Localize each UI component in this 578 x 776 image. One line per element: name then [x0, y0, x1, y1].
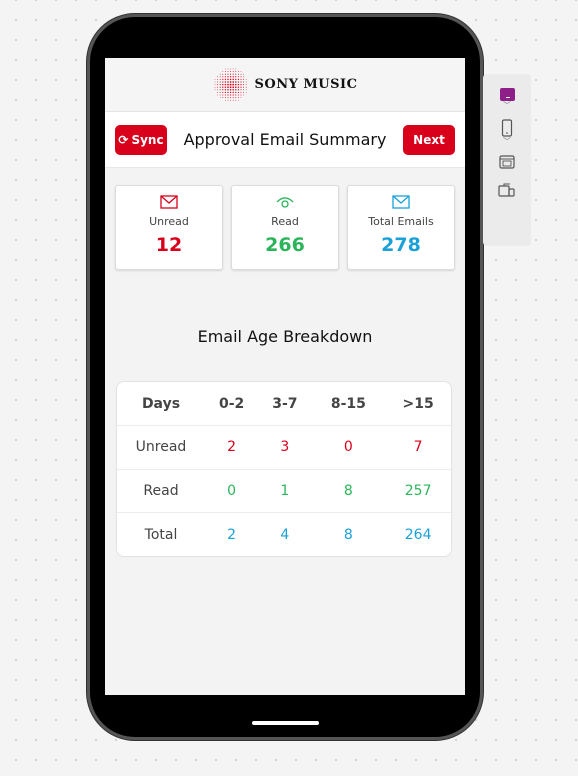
total-emails-card: Total Emails 278 — [347, 185, 455, 270]
summary-cards: Unread 12 Read 266 Total Emails 278 — [105, 168, 465, 270]
card-value: 12 — [155, 234, 183, 256]
page-title: Approval Email Summary — [183, 130, 387, 149]
table-cell: 0 — [205, 468, 259, 513]
table-cell: 8 — [311, 468, 386, 513]
color-picker[interactable]: ﹀ — [499, 88, 515, 111]
table-cell: 4 — [258, 512, 312, 556]
table-cell: 257 — [385, 468, 451, 513]
device-toolbar: ﹀ ﹀ — [483, 74, 531, 246]
keyboard-toggle[interactable] — [499, 155, 515, 169]
eye-icon — [276, 197, 294, 208]
table-header-row: Days 0-2 3-7 8-15 >15 — [117, 382, 451, 426]
card-label: Total Emails — [368, 215, 434, 228]
mail-icon — [392, 195, 410, 209]
mail-icon — [160, 195, 178, 209]
column-header: 0-2 — [218, 395, 245, 412]
card-label: Read — [271, 215, 299, 228]
read-card: Read 266 — [231, 185, 339, 270]
keyboard-icon[interactable] — [499, 155, 515, 169]
color-swatch[interactable] — [499, 88, 515, 101]
column-header: >15 — [402, 395, 434, 412]
column-header: Days — [141, 395, 181, 412]
sync-label: Sync — [131, 132, 164, 147]
table-cell: 8 — [311, 512, 386, 556]
table-cell: 0 — [311, 425, 386, 469]
rotate-device-icon[interactable] — [498, 183, 516, 197]
device-picker[interactable]: ﹀ — [501, 119, 513, 147]
row-label: Total — [117, 512, 205, 556]
rotate-toggle[interactable] — [498, 183, 516, 197]
next-button[interactable]: Next — [403, 124, 455, 155]
column-header: 3-7 — [272, 395, 298, 412]
brand-header: SONY MUSIC — [105, 58, 465, 112]
card-label: Unread — [149, 215, 189, 228]
card-value: 278 — [381, 234, 421, 256]
table-row: Unread 2 3 0 7 — [117, 425, 451, 469]
breakdown-title: Email Age Breakdown — [197, 327, 373, 346]
table-row: Read 0 1 8 257 — [117, 468, 451, 513]
breakdown-table: Days 0-2 3-7 8-15 >15 Unread 2 3 0 7 Rea… — [116, 381, 452, 557]
table-row: Total 2 4 8 264 — [117, 512, 451, 556]
table-cell: 2 — [205, 512, 259, 556]
column-header: 8-15 — [330, 395, 366, 412]
chevron-down-icon[interactable]: ﹀ — [503, 137, 511, 147]
sync-icon: ⟳ — [118, 132, 129, 147]
phone-device-icon[interactable] — [501, 119, 513, 137]
title-bar: ⟳ Sync Approval Email Summary Next — [105, 112, 465, 168]
chevron-down-icon[interactable]: ﹀ — [503, 101, 511, 111]
app-screen: SONY MUSIC ⟳ Sync Approval Email Summary… — [105, 58, 465, 695]
table-cell: 7 — [385, 425, 451, 469]
row-label: Unread — [117, 425, 205, 469]
table-cell: 2 — [205, 425, 259, 469]
card-value: 266 — [265, 234, 305, 256]
home-indicator — [252, 721, 319, 725]
sync-button[interactable]: ⟳ Sync — [115, 124, 167, 155]
table-cell: 264 — [385, 512, 451, 556]
brand-name: SONY MUSIC — [254, 77, 358, 92]
sony-music-logo-icon — [214, 68, 247, 101]
row-label: Read — [117, 468, 205, 513]
table-cell: 1 — [258, 468, 312, 513]
unread-card: Unread 12 — [115, 185, 223, 270]
table-cell: 3 — [258, 425, 312, 469]
